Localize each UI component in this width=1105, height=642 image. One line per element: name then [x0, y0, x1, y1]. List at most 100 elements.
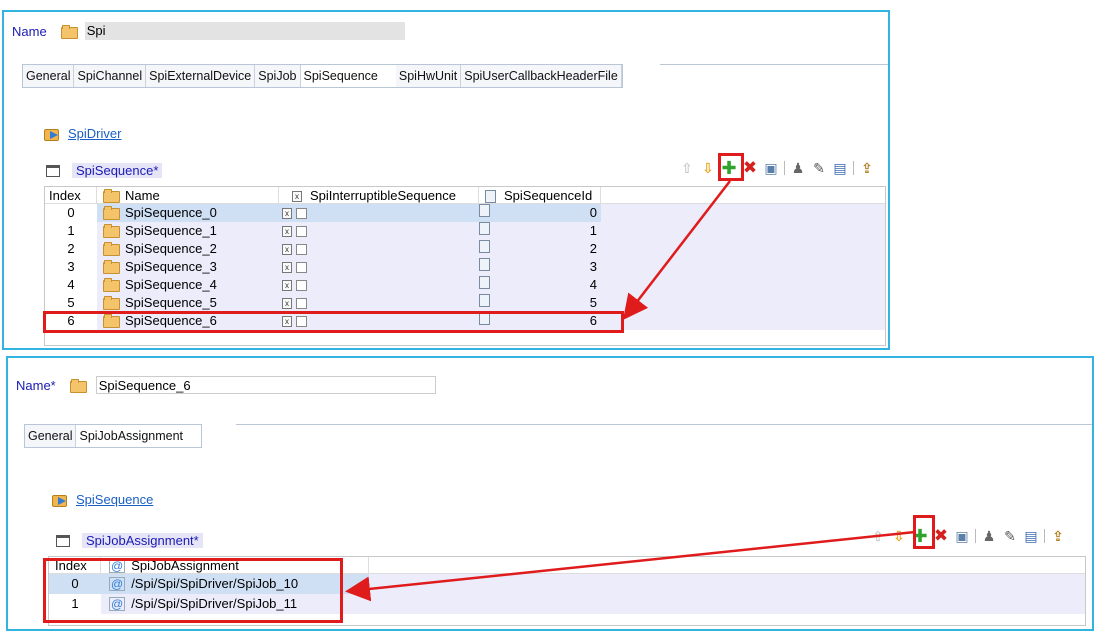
interruptible-checkbox[interactable] — [296, 262, 307, 274]
row-index: 2 — [67, 241, 75, 256]
tab-spiexternaldevice[interactable]: SpiExternalDevice — [146, 65, 256, 87]
section-header: SpiSequence* — [46, 163, 163, 178]
tab-spihwunit[interactable]: SpiHwUnit — [396, 65, 462, 87]
col-interruptible[interactable]: x SpiInterruptibleSequence — [279, 187, 479, 203]
row-sequence-id[interactable]: 2 — [479, 240, 601, 258]
table-row[interactable]: 1 @/Spi/Spi/SpiDriver/SpiJob_11 — [49, 594, 1085, 614]
interruptible-checkbox[interactable] — [296, 280, 307, 292]
row-interruptible[interactable]: x — [279, 204, 479, 222]
row-sequence-id[interactable]: 0 — [479, 204, 601, 222]
row-job-assignment[interactable]: @/Spi/Spi/SpiDriver/SpiJob_10 — [101, 574, 369, 594]
row-interruptible[interactable]: x — [279, 312, 479, 330]
row-sequence-id[interactable]: 3 — [479, 258, 601, 276]
name-field[interactable]: SpiSequence_6 — [95, 376, 436, 394]
add-icon[interactable]: ✚ — [721, 158, 737, 178]
copy-icon[interactable]: ▣ — [763, 160, 779, 176]
table-icon — [46, 164, 60, 177]
col-job-assignment[interactable]: @ SpiJobAssignment — [101, 557, 369, 573]
edit-table-icon[interactable]: ▤ — [832, 160, 848, 176]
spi-editor-panel: Name Spi General SpiChannel SpiExternalDev… — [2, 10, 890, 350]
row-sequence-id[interactable]: 1 — [479, 222, 601, 240]
row-name[interactable]: SpiSequence_4 — [97, 276, 279, 294]
delete-icon[interactable]: ✖ — [933, 526, 949, 545]
row-index: 0 — [67, 205, 75, 220]
integer-icon — [479, 258, 490, 271]
tab-spijob[interactable]: SpiJob — [255, 65, 301, 87]
tab-spichannel[interactable]: SpiChannel — [74, 65, 147, 87]
table-row[interactable]: 0 SpiSequence_0 x 0 — [45, 204, 885, 222]
col-name[interactable]: Name — [97, 187, 279, 203]
spisequence-link[interactable]: SpiSequence — [76, 492, 153, 507]
edit-table-icon[interactable]: ▤ — [1023, 528, 1039, 544]
tab-bar: General SpiChannel SpiExternalDevice SpiJob… — [22, 64, 623, 88]
row-interruptible[interactable]: x — [279, 222, 479, 240]
row-job-assignment[interactable]: @/Spi/Spi/SpiDriver/SpiJob_11 — [101, 594, 369, 614]
row-name[interactable]: SpiSequence_6 — [97, 312, 279, 330]
row-sequence-id[interactable]: 6 — [479, 312, 601, 330]
tab-spisequence[interactable]: SpiSequence — [300, 65, 396, 87]
col-index[interactable]: Index — [45, 187, 97, 203]
row-interruptible[interactable]: x — [279, 276, 479, 294]
interruptible-checkbox[interactable] — [296, 316, 307, 328]
table-row[interactable]: 4 SpiSequence_4 x 4 — [45, 276, 885, 294]
row-name[interactable]: SpiSequence_5 — [97, 294, 279, 312]
copy-icon[interactable]: ▣ — [954, 528, 970, 544]
name-label: Name* — [16, 377, 56, 393]
interruptible-checkbox[interactable] — [296, 208, 307, 220]
person-icon[interactable]: ♟ — [981, 528, 997, 544]
integer-icon — [479, 312, 490, 325]
interruptible-checkbox[interactable] — [296, 298, 307, 310]
row-name[interactable]: SpiSequence_0 — [97, 204, 279, 222]
move-up-icon[interactable]: ⇧ — [679, 160, 695, 176]
col-sequence-id[interactable]: SpiSequenceId — [479, 187, 601, 203]
move-up-icon[interactable]: ⇧ — [870, 528, 886, 544]
row-name[interactable]: SpiSequence_2 — [97, 240, 279, 258]
reference-icon: @ — [109, 559, 126, 573]
interruptible-checkbox[interactable] — [296, 244, 307, 256]
tab-general[interactable]: General — [23, 65, 75, 87]
folder-icon — [103, 224, 120, 238]
row-sequence-id[interactable]: 5 — [479, 294, 601, 312]
tab-general[interactable]: General — [25, 425, 77, 447]
table-row[interactable]: 5 SpiSequence_5 x 5 — [45, 294, 885, 312]
boolean-icon: x — [282, 262, 292, 274]
move-down-icon[interactable]: ⇩ — [700, 160, 716, 176]
add-icon[interactable]: ✚ — [912, 526, 928, 546]
navigate-folder-icon — [44, 128, 60, 141]
import-icon[interactable]: ⇪ — [1050, 528, 1066, 544]
name-field[interactable]: Spi — [84, 22, 405, 40]
table-row[interactable]: 3 SpiSequence_3 x 3 — [45, 258, 885, 276]
move-down-icon[interactable]: ⇩ — [891, 528, 907, 544]
import-icon[interactable]: ⇪ — [859, 160, 875, 176]
row-interruptible[interactable]: x — [279, 258, 479, 276]
section-title: SpiJobAssignment* — [82, 533, 203, 548]
folder-icon — [103, 260, 120, 274]
table-body: 0 SpiSequence_0 x 0 1 SpiSequence_1 x 1 2 SpiSequ… — [45, 204, 885, 330]
row-interruptible[interactable]: x — [279, 294, 479, 312]
row-sequence-id[interactable]: 4 — [479, 276, 601, 294]
delete-icon[interactable]: ✖ — [742, 158, 758, 177]
pencil-icon[interactable]: ✎ — [811, 160, 827, 176]
table-row[interactable]: 0 @/Spi/Spi/SpiDriver/SpiJob_10 — [49, 574, 1085, 594]
row-index: 5 — [67, 295, 75, 310]
tab-spiusercallbackheaderfile[interactable]: SpiUserCallbackHeaderFile — [461, 65, 622, 87]
boolean-icon: x — [282, 226, 292, 238]
boolean-icon: x — [282, 280, 292, 292]
reference-icon: @ — [109, 577, 126, 591]
row-index: 3 — [67, 259, 75, 274]
table-row[interactable]: 2 SpiSequence_2 x 2 — [45, 240, 885, 258]
row-name[interactable]: SpiSequence_3 — [97, 258, 279, 276]
spidriver-link[interactable]: SpiDriver — [68, 126, 121, 141]
person-icon[interactable]: ♟ — [790, 160, 806, 176]
row-index: 6 — [67, 313, 75, 328]
row-interruptible[interactable]: x — [279, 240, 479, 258]
tab-spijobassignment[interactable]: SpiJobAssignment — [76, 425, 202, 447]
table-row[interactable]: 1 SpiSequence_1 x 1 — [45, 222, 885, 240]
interruptible-checkbox[interactable] — [296, 226, 307, 238]
row-name[interactable]: SpiSequence_1 — [97, 222, 279, 240]
sequence-table: Index Name x SpiInterruptibleSequence Spi… — [44, 186, 886, 346]
table-row[interactable]: 6 SpiSequence_6 x 6 — [45, 312, 885, 330]
pencil-icon[interactable]: ✎ — [1002, 528, 1018, 544]
folder-icon — [69, 379, 87, 393]
col-index[interactable]: Index — [49, 557, 101, 573]
